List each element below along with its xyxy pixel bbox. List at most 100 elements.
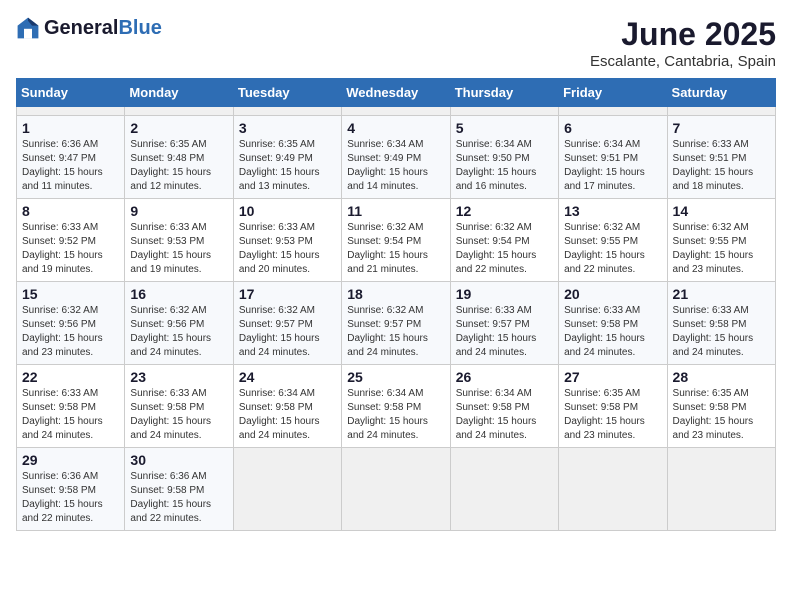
day-number: 21 [673,286,770,302]
table-row [559,448,667,531]
logo-text-general: General [44,17,118,39]
table-row: 8 Sunrise: 6:33 AMSunset: 9:52 PMDayligh… [17,199,125,282]
table-row [125,107,233,116]
day-number: 29 [22,452,119,468]
day-number: 4 [347,120,444,136]
day-number: 2 [130,120,227,136]
day-detail: Sunrise: 6:34 AMSunset: 9:51 PMDaylight:… [564,139,645,192]
day-number: 30 [130,452,227,468]
table-row [233,448,341,531]
col-tuesday: Tuesday [233,79,341,107]
table-row: 2 Sunrise: 6:35 AMSunset: 9:48 PMDayligh… [125,116,233,199]
calendar-week-row: 8 Sunrise: 6:33 AMSunset: 9:52 PMDayligh… [17,199,776,282]
day-number: 26 [456,369,553,385]
col-friday: Friday [559,79,667,107]
table-row: 13 Sunrise: 6:32 AMSunset: 9:55 PMDaylig… [559,199,667,282]
table-row [342,107,450,116]
table-row: 9 Sunrise: 6:33 AMSunset: 9:53 PMDayligh… [125,199,233,282]
day-number: 7 [673,120,770,136]
table-row: 30 Sunrise: 6:36 AMSunset: 9:58 PMDaylig… [125,448,233,531]
table-row [342,448,450,531]
calendar-table: Sunday Monday Tuesday Wednesday Thursday… [16,78,776,531]
day-detail: Sunrise: 6:33 AMSunset: 9:57 PMDaylight:… [456,305,537,358]
table-row [450,448,558,531]
day-number: 16 [130,286,227,302]
table-row [667,448,775,531]
day-detail: Sunrise: 6:34 AMSunset: 9:50 PMDaylight:… [456,139,537,192]
day-detail: Sunrise: 6:36 AMSunset: 9:58 PMDaylight:… [130,471,211,524]
day-detail: Sunrise: 6:32 AMSunset: 9:56 PMDaylight:… [130,305,211,358]
page-header: GeneralBlue June 2025 Escalante, Cantabr… [16,16,776,70]
table-row: 22 Sunrise: 6:33 AMSunset: 9:58 PMDaylig… [17,365,125,448]
table-row: 17 Sunrise: 6:32 AMSunset: 9:57 PMDaylig… [233,282,341,365]
day-detail: Sunrise: 6:33 AMSunset: 9:58 PMDaylight:… [673,305,754,358]
calendar-week-row: 15 Sunrise: 6:32 AMSunset: 9:56 PMDaylig… [17,282,776,365]
table-row: 18 Sunrise: 6:32 AMSunset: 9:57 PMDaylig… [342,282,450,365]
calendar-week-row: 22 Sunrise: 6:33 AMSunset: 9:58 PMDaylig… [17,365,776,448]
logo: GeneralBlue [16,16,162,40]
table-row: 19 Sunrise: 6:33 AMSunset: 9:57 PMDaylig… [450,282,558,365]
table-row: 15 Sunrise: 6:32 AMSunset: 9:56 PMDaylig… [17,282,125,365]
table-row: 5 Sunrise: 6:34 AMSunset: 9:50 PMDayligh… [450,116,558,199]
calendar-week-row [17,107,776,116]
day-detail: Sunrise: 6:32 AMSunset: 9:54 PMDaylight:… [347,222,428,275]
col-sunday: Sunday [17,79,125,107]
logo-icon [16,16,40,40]
day-detail: Sunrise: 6:32 AMSunset: 9:55 PMDaylight:… [564,222,645,275]
day-number: 17 [239,286,336,302]
table-row: 28 Sunrise: 6:35 AMSunset: 9:58 PMDaylig… [667,365,775,448]
day-detail: Sunrise: 6:34 AMSunset: 9:58 PMDaylight:… [456,388,537,441]
table-row [17,107,125,116]
table-row [233,107,341,116]
day-number: 5 [456,120,553,136]
day-detail: Sunrise: 6:34 AMSunset: 9:58 PMDaylight:… [347,388,428,441]
table-row: 21 Sunrise: 6:33 AMSunset: 9:58 PMDaylig… [667,282,775,365]
table-row: 24 Sunrise: 6:34 AMSunset: 9:58 PMDaylig… [233,365,341,448]
table-row: 7 Sunrise: 6:33 AMSunset: 9:51 PMDayligh… [667,116,775,199]
day-detail: Sunrise: 6:33 AMSunset: 9:53 PMDaylight:… [130,222,211,275]
table-row: 1 Sunrise: 6:36 AMSunset: 9:47 PMDayligh… [17,116,125,199]
table-row [559,107,667,116]
table-row: 16 Sunrise: 6:32 AMSunset: 9:56 PMDaylig… [125,282,233,365]
table-row: 10 Sunrise: 6:33 AMSunset: 9:53 PMDaylig… [233,199,341,282]
day-detail: Sunrise: 6:34 AMSunset: 9:49 PMDaylight:… [347,139,428,192]
col-monday: Monday [125,79,233,107]
day-detail: Sunrise: 6:35 AMSunset: 9:58 PMDaylight:… [673,388,754,441]
day-number: 15 [22,286,119,302]
table-row: 6 Sunrise: 6:34 AMSunset: 9:51 PMDayligh… [559,116,667,199]
day-detail: Sunrise: 6:34 AMSunset: 9:58 PMDaylight:… [239,388,320,441]
col-thursday: Thursday [450,79,558,107]
day-number: 24 [239,369,336,385]
day-number: 8 [22,203,119,219]
day-detail: Sunrise: 6:33 AMSunset: 9:58 PMDaylight:… [22,388,103,441]
logo-text-blue: Blue [118,17,161,39]
day-detail: Sunrise: 6:32 AMSunset: 9:55 PMDaylight:… [673,222,754,275]
day-number: 10 [239,203,336,219]
calendar-header-row: Sunday Monday Tuesday Wednesday Thursday… [17,79,776,107]
table-row: 3 Sunrise: 6:35 AMSunset: 9:49 PMDayligh… [233,116,341,199]
day-number: 6 [564,120,661,136]
day-detail: Sunrise: 6:33 AMSunset: 9:58 PMDaylight:… [564,305,645,358]
table-row: 11 Sunrise: 6:32 AMSunset: 9:54 PMDaylig… [342,199,450,282]
day-detail: Sunrise: 6:35 AMSunset: 9:48 PMDaylight:… [130,139,211,192]
day-detail: Sunrise: 6:32 AMSunset: 9:56 PMDaylight:… [22,305,103,358]
day-detail: Sunrise: 6:35 AMSunset: 9:49 PMDaylight:… [239,139,320,192]
day-detail: Sunrise: 6:33 AMSunset: 9:58 PMDaylight:… [130,388,211,441]
day-number: 28 [673,369,770,385]
day-detail: Sunrise: 6:32 AMSunset: 9:57 PMDaylight:… [347,305,428,358]
day-number: 3 [239,120,336,136]
table-row: 25 Sunrise: 6:34 AMSunset: 9:58 PMDaylig… [342,365,450,448]
day-number: 18 [347,286,444,302]
table-row: 20 Sunrise: 6:33 AMSunset: 9:58 PMDaylig… [559,282,667,365]
day-detail: Sunrise: 6:36 AMSunset: 9:47 PMDaylight:… [22,139,103,192]
day-number: 19 [456,286,553,302]
calendar-week-row: 29 Sunrise: 6:36 AMSunset: 9:58 PMDaylig… [17,448,776,531]
day-number: 11 [347,203,444,219]
day-detail: Sunrise: 6:33 AMSunset: 9:53 PMDaylight:… [239,222,320,275]
calendar-week-row: 1 Sunrise: 6:36 AMSunset: 9:47 PMDayligh… [17,116,776,199]
table-row: 23 Sunrise: 6:33 AMSunset: 9:58 PMDaylig… [125,365,233,448]
table-row: 14 Sunrise: 6:32 AMSunset: 9:55 PMDaylig… [667,199,775,282]
day-number: 20 [564,286,661,302]
table-row: 12 Sunrise: 6:32 AMSunset: 9:54 PMDaylig… [450,199,558,282]
title-area: June 2025 Escalante, Cantabria, Spain [590,16,776,70]
